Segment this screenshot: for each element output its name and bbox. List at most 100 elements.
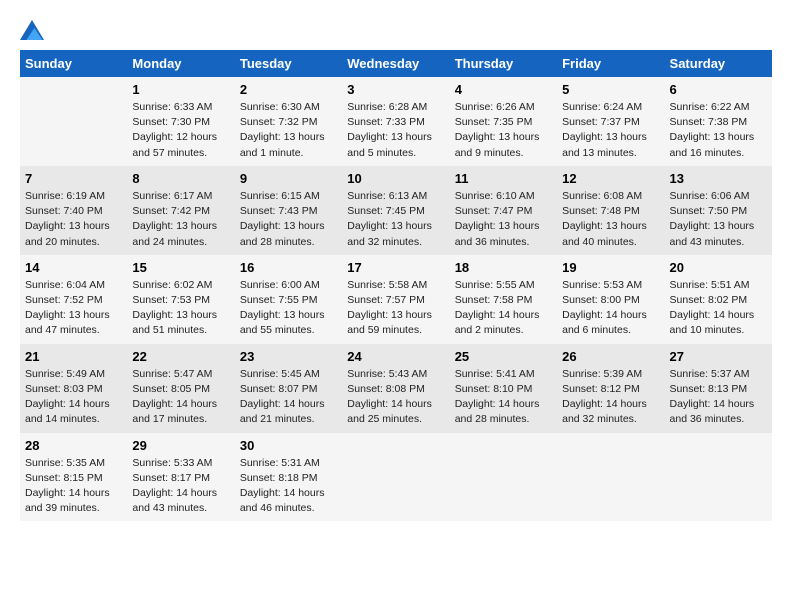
day-info: Sunrise: 5:41 AMSunset: 8:10 PMDaylight:…: [455, 367, 552, 428]
day-info: Sunrise: 5:49 AMSunset: 8:03 PMDaylight:…: [25, 367, 122, 428]
calendar-cell: 15 Sunrise: 6:02 AMSunset: 7:53 PMDayligh…: [127, 255, 234, 344]
day-info: Sunrise: 6:19 AMSunset: 7:40 PMDaylight:…: [25, 189, 122, 250]
calendar-header-row: SundayMondayTuesdayWednesdayThursdayFrid…: [20, 50, 772, 77]
day-number: 4: [455, 82, 552, 97]
logo: [20, 20, 48, 40]
calendar-cell: 6 Sunrise: 6:22 AMSunset: 7:38 PMDaylight…: [665, 77, 772, 166]
calendar-header-wednesday: Wednesday: [342, 50, 449, 77]
day-number: 18: [455, 260, 552, 275]
calendar-cell: 29 Sunrise: 5:33 AMSunset: 8:17 PMDayligh…: [127, 433, 234, 522]
calendar-cell: 21 Sunrise: 5:49 AMSunset: 8:03 PMDayligh…: [20, 344, 127, 433]
calendar-week-row: 1 Sunrise: 6:33 AMSunset: 7:30 PMDaylight…: [20, 77, 772, 166]
day-number: 9: [240, 171, 337, 186]
calendar-cell: 22 Sunrise: 5:47 AMSunset: 8:05 PMDayligh…: [127, 344, 234, 433]
day-number: 28: [25, 438, 122, 453]
day-number: 8: [132, 171, 229, 186]
day-info: Sunrise: 6:28 AMSunset: 7:33 PMDaylight:…: [347, 100, 444, 161]
calendar-cell: 25Sunrise: 5:41 AMSunset: 8:10 PMDayligh…: [450, 344, 557, 433]
day-number: 23: [240, 349, 337, 364]
calendar-cell: 30 Sunrise: 5:31 AMSunset: 8:18 PMDayligh…: [235, 433, 342, 522]
day-info: Sunrise: 6:00 AMSunset: 7:55 PMDaylight:…: [240, 278, 337, 339]
calendar-cell: 24 Sunrise: 5:43 AMSunset: 8:08 PMDayligh…: [342, 344, 449, 433]
calendar-cell: 14 Sunrise: 6:04 AMSunset: 7:52 PMDayligh…: [20, 255, 127, 344]
day-number: 20: [670, 260, 767, 275]
day-number: 29: [132, 438, 229, 453]
calendar-header-thursday: Thursday: [450, 50, 557, 77]
calendar-cell: 10 Sunrise: 6:13 AMSunset: 7:45 PMDayligh…: [342, 166, 449, 255]
day-info: Sunrise: 6:06 AMSunset: 7:50 PMDaylight:…: [670, 189, 767, 250]
calendar-header-tuesday: Tuesday: [235, 50, 342, 77]
day-info: Sunrise: 5:43 AMSunset: 8:08 PMDaylight:…: [347, 367, 444, 428]
calendar-cell: 2 Sunrise: 6:30 AMSunset: 7:32 PMDaylight…: [235, 77, 342, 166]
day-info: Sunrise: 6:13 AMSunset: 7:45 PMDaylight:…: [347, 189, 444, 250]
day-info: Sunrise: 5:35 AMSunset: 8:15 PMDaylight:…: [25, 456, 122, 517]
day-info: Sunrise: 6:24 AMSunset: 7:37 PMDaylight:…: [562, 100, 659, 161]
day-info: Sunrise: 5:39 AMSunset: 8:12 PMDaylight:…: [562, 367, 659, 428]
day-number: 7: [25, 171, 122, 186]
calendar-cell: 11Sunrise: 6:10 AMSunset: 7:47 PMDayligh…: [450, 166, 557, 255]
day-number: 14: [25, 260, 122, 275]
day-info: Sunrise: 5:33 AMSunset: 8:17 PMDaylight:…: [132, 456, 229, 517]
calendar-cell: [665, 433, 772, 522]
calendar-cell: 4 Sunrise: 6:26 AMSunset: 7:35 PMDaylight…: [450, 77, 557, 166]
calendar-cell: 28 Sunrise: 5:35 AMSunset: 8:15 PMDayligh…: [20, 433, 127, 522]
day-number: 10: [347, 171, 444, 186]
calendar-header-saturday: Saturday: [665, 50, 772, 77]
day-number: 30: [240, 438, 337, 453]
day-number: 12: [562, 171, 659, 186]
day-number: 5: [562, 82, 659, 97]
calendar-cell: 17Sunrise: 5:58 AMSunset: 7:57 PMDayligh…: [342, 255, 449, 344]
day-number: 17: [347, 260, 444, 275]
day-number: 24: [347, 349, 444, 364]
calendar-cell: 9Sunrise: 6:15 AMSunset: 7:43 PMDaylight…: [235, 166, 342, 255]
day-info: Sunrise: 6:04 AMSunset: 7:52 PMDaylight:…: [25, 278, 122, 339]
calendar-week-row: 14 Sunrise: 6:04 AMSunset: 7:52 PMDayligh…: [20, 255, 772, 344]
calendar-week-row: 21 Sunrise: 5:49 AMSunset: 8:03 PMDayligh…: [20, 344, 772, 433]
day-number: 26: [562, 349, 659, 364]
calendar-cell: [557, 433, 664, 522]
day-number: 19: [562, 260, 659, 275]
day-info: Sunrise: 5:37 AMSunset: 8:13 PMDaylight:…: [670, 367, 767, 428]
day-number: 3: [347, 82, 444, 97]
calendar-cell: 26 Sunrise: 5:39 AMSunset: 8:12 PMDayligh…: [557, 344, 664, 433]
logo-icon: [20, 20, 44, 40]
day-number: 27: [670, 349, 767, 364]
day-info: Sunrise: 6:02 AMSunset: 7:53 PMDaylight:…: [132, 278, 229, 339]
day-number: 11: [455, 171, 552, 186]
calendar-cell: 3 Sunrise: 6:28 AMSunset: 7:33 PMDaylight…: [342, 77, 449, 166]
day-number: 15: [132, 260, 229, 275]
day-info: Sunrise: 6:30 AMSunset: 7:32 PMDaylight:…: [240, 100, 337, 161]
day-number: 13: [670, 171, 767, 186]
day-info: Sunrise: 5:51 AMSunset: 8:02 PMDaylight:…: [670, 278, 767, 339]
calendar-cell: 7 Sunrise: 6:19 AMSunset: 7:40 PMDaylight…: [20, 166, 127, 255]
calendar-cell: 1 Sunrise: 6:33 AMSunset: 7:30 PMDaylight…: [127, 77, 234, 166]
day-info: Sunrise: 6:26 AMSunset: 7:35 PMDaylight:…: [455, 100, 552, 161]
day-info: Sunrise: 5:47 AMSunset: 8:05 PMDaylight:…: [132, 367, 229, 428]
calendar-header-monday: Monday: [127, 50, 234, 77]
calendar-cell: 16 Sunrise: 6:00 AMSunset: 7:55 PMDayligh…: [235, 255, 342, 344]
day-info: Sunrise: 6:08 AMSunset: 7:48 PMDaylight:…: [562, 189, 659, 250]
day-number: 1: [132, 82, 229, 97]
calendar-week-row: 7 Sunrise: 6:19 AMSunset: 7:40 PMDaylight…: [20, 166, 772, 255]
calendar-cell: 20 Sunrise: 5:51 AMSunset: 8:02 PMDayligh…: [665, 255, 772, 344]
day-number: 2: [240, 82, 337, 97]
calendar-week-row: 28 Sunrise: 5:35 AMSunset: 8:15 PMDayligh…: [20, 433, 772, 522]
day-number: 6: [670, 82, 767, 97]
day-number: 21: [25, 349, 122, 364]
calendar-cell: 12 Sunrise: 6:08 AMSunset: 7:48 PMDayligh…: [557, 166, 664, 255]
calendar-header-sunday: Sunday: [20, 50, 127, 77]
calendar-cell: 18Sunrise: 5:55 AMSunset: 7:58 PMDayligh…: [450, 255, 557, 344]
day-info: Sunrise: 6:17 AMSunset: 7:42 PMDaylight:…: [132, 189, 229, 250]
day-info: Sunrise: 6:33 AMSunset: 7:30 PMDaylight:…: [132, 100, 229, 161]
calendar-cell: [450, 433, 557, 522]
calendar-cell: 5 Sunrise: 6:24 AMSunset: 7:37 PMDaylight…: [557, 77, 664, 166]
calendar-cell: 19 Sunrise: 5:53 AMSunset: 8:00 PMDayligh…: [557, 255, 664, 344]
day-number: 22: [132, 349, 229, 364]
day-number: 16: [240, 260, 337, 275]
day-info: Sunrise: 5:53 AMSunset: 8:00 PMDaylight:…: [562, 278, 659, 339]
day-info: Sunrise: 5:31 AMSunset: 8:18 PMDaylight:…: [240, 456, 337, 517]
header: [20, 20, 772, 40]
calendar-header-friday: Friday: [557, 50, 664, 77]
calendar-table: SundayMondayTuesdayWednesdayThursdayFrid…: [20, 50, 772, 521]
day-info: Sunrise: 6:22 AMSunset: 7:38 PMDaylight:…: [670, 100, 767, 161]
